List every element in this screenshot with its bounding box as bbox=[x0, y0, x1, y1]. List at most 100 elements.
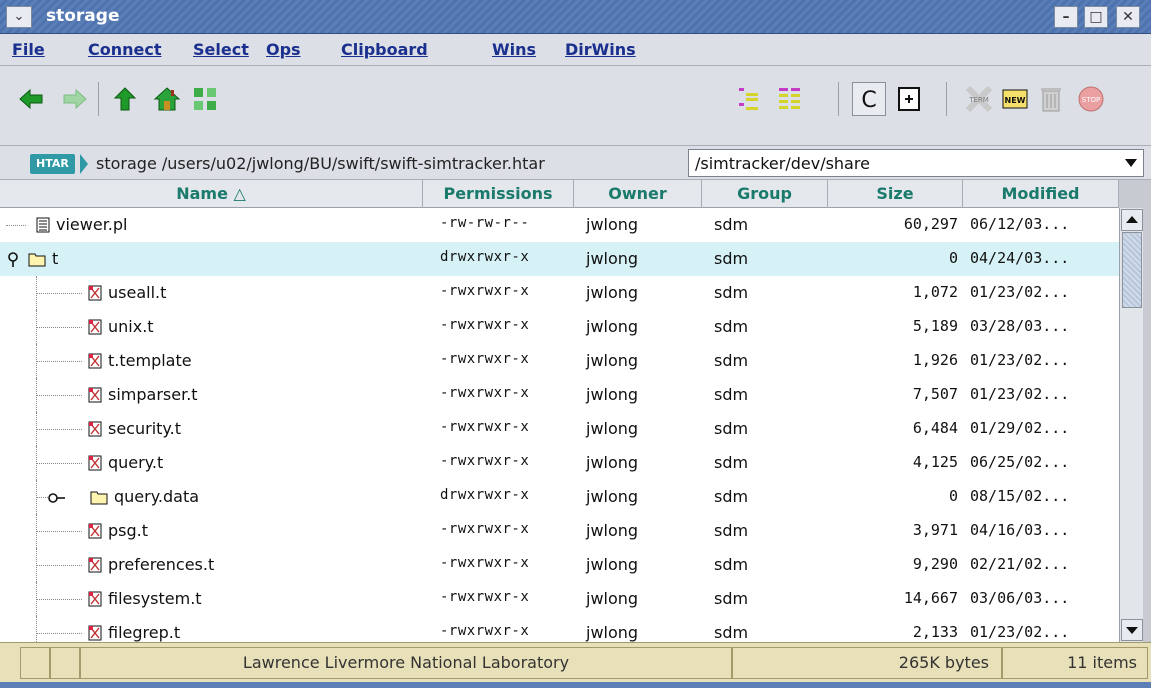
file-permissions: -rwxrwxr-x bbox=[440, 623, 530, 639]
refresh-icon[interactable] bbox=[190, 84, 220, 114]
file-icon bbox=[88, 591, 102, 607]
file-owner: jwlong bbox=[586, 589, 639, 608]
file-owner: jwlong bbox=[586, 317, 639, 336]
expanded-node-icon[interactable] bbox=[6, 252, 22, 272]
file-name: t bbox=[52, 249, 59, 268]
window-bottom-edge bbox=[0, 682, 1151, 688]
tree-connector bbox=[36, 531, 82, 532]
title-bar: ⌄ storage – □ ✕ bbox=[0, 0, 1151, 34]
chevron-down-icon[interactable] bbox=[1125, 159, 1137, 167]
collapsed-node-icon[interactable] bbox=[48, 490, 66, 510]
window-menu-chevron-icon[interactable]: ⌄ bbox=[6, 6, 32, 28]
home-icon[interactable] bbox=[152, 84, 182, 114]
table-row[interactable]: viewer.pl -rw-rw-r-- jwlong sdm 60,297 06/12/… bbox=[0, 208, 1119, 242]
trash-icon[interactable] bbox=[1036, 84, 1066, 114]
toolbar-separator bbox=[98, 82, 99, 116]
table-row[interactable]: filesystem.t -rwxrwxr-x jwlong sdm 14,667 03/… bbox=[0, 582, 1119, 616]
table-row[interactable]: t.template -rwxrwxr-x jwlong sdm 1,926 01/23/… bbox=[0, 344, 1119, 378]
file-icon bbox=[88, 625, 102, 641]
menu-ops[interactable]: Ops bbox=[266, 40, 301, 59]
minimize-button[interactable]: – bbox=[1054, 6, 1078, 28]
list-view-icon[interactable] bbox=[775, 84, 805, 114]
column-permissions[interactable]: Permissions bbox=[423, 180, 574, 208]
file-size: 1,072 bbox=[912, 283, 958, 301]
table-row[interactable]: unix.t -rwxrwxr-x jwlong sdm 5,189 03/28/03..… bbox=[0, 310, 1119, 344]
table-row[interactable]: query.t -rwxrwxr-x jwlong sdm 4,125 06/25/02.… bbox=[0, 446, 1119, 480]
column-owner[interactable]: Owner bbox=[574, 180, 702, 208]
file-icon bbox=[88, 285, 102, 301]
status-items: 11 items bbox=[1002, 647, 1148, 679]
table-row[interactable]: psg.t -rwxrwxr-x jwlong sdm 3,971 04/16/03... bbox=[0, 514, 1119, 548]
vertical-scrollbar[interactable] bbox=[1119, 208, 1143, 642]
scrollbar-thumb[interactable] bbox=[1122, 232, 1142, 308]
column-group[interactable]: Group bbox=[702, 180, 828, 208]
file-permissions: -rwxrwxr-x bbox=[440, 317, 530, 333]
scroll-down-arrow-icon[interactable] bbox=[1121, 619, 1143, 641]
file-modified: 03/28/03... bbox=[970, 317, 1070, 335]
file-owner: jwlong bbox=[586, 249, 639, 268]
table-row[interactable]: simparser.t -rwxrwxr-x jwlong sdm 7,507 01/23… bbox=[0, 378, 1119, 412]
file-permissions: -rwxrwxr-x bbox=[440, 589, 530, 605]
file-name: simparser.t bbox=[108, 385, 198, 404]
close-button[interactable]: ✕ bbox=[1116, 6, 1140, 28]
table-row[interactable]: preferences.t -rwxrwxr-x jwlong sdm 9,290 02/… bbox=[0, 548, 1119, 582]
table-row[interactable]: useall.t -rwxrwxr-x jwlong sdm 1,072 01/23/02… bbox=[0, 276, 1119, 310]
window-title: storage bbox=[46, 6, 120, 26]
stop-icon[interactable]: STOP bbox=[1076, 84, 1106, 114]
menu-select[interactable]: Select bbox=[193, 40, 249, 59]
file-permissions: -rwxrwxr-x bbox=[440, 283, 530, 299]
file-modified: 01/23/02... bbox=[970, 283, 1070, 301]
file-size: 60,297 bbox=[903, 215, 958, 233]
file-permissions: -rwxrwxr-x bbox=[440, 453, 530, 469]
column-name[interactable]: Name △ bbox=[0, 180, 423, 208]
status-organization: Lawrence Livermore National Laboratory bbox=[80, 647, 732, 679]
table-row[interactable]: security.t -rwxrwxr-x jwlong sdm 6,484 01/29/… bbox=[0, 412, 1119, 446]
file-modified: 08/15/02... bbox=[970, 487, 1070, 505]
tree-connector bbox=[36, 463, 82, 464]
menu-clipboard[interactable]: Clipboard bbox=[341, 40, 428, 59]
file-modified: 01/23/02... bbox=[970, 351, 1070, 369]
archive-path: storage /users/u02/jwlong/BU/swift/swift… bbox=[96, 154, 545, 173]
file-size: 0 bbox=[948, 249, 958, 267]
up-arrow-icon[interactable] bbox=[110, 84, 140, 114]
maximize-button[interactable]: □ bbox=[1084, 6, 1108, 28]
copy-c-icon[interactable]: C bbox=[852, 82, 886, 116]
file-name: psg.t bbox=[108, 521, 149, 540]
menu-connect[interactable]: Connect bbox=[88, 40, 162, 59]
table-row[interactable]: query.data drwxrwxr-x jwlong sdm 0 08/15/02..… bbox=[0, 480, 1119, 514]
terminal-icon[interactable]: TERM bbox=[964, 84, 994, 114]
toolbar-separator bbox=[946, 82, 947, 116]
file-name: viewer.pl bbox=[56, 215, 128, 234]
column-modified[interactable]: Modified bbox=[963, 180, 1119, 208]
tree-view-icon[interactable] bbox=[735, 84, 765, 114]
svg-text:NEW: NEW bbox=[1005, 96, 1026, 105]
file-group: sdm bbox=[714, 385, 749, 404]
file-owner: jwlong bbox=[586, 419, 639, 438]
new-icon[interactable]: NEW bbox=[1000, 84, 1030, 114]
file-permissions: -rwxrwxr-x bbox=[440, 385, 530, 401]
new-window-icon[interactable] bbox=[894, 84, 924, 114]
menu-wins[interactable]: Wins bbox=[492, 40, 536, 59]
column-size[interactable]: Size bbox=[828, 180, 963, 208]
file-group: sdm bbox=[714, 283, 749, 302]
directory-select[interactable]: /simtracker/dev/share bbox=[688, 149, 1144, 177]
file-group: sdm bbox=[714, 317, 749, 336]
tree-connector bbox=[6, 225, 26, 226]
forward-arrow-icon[interactable] bbox=[60, 84, 90, 114]
tree-connector bbox=[36, 327, 82, 328]
table-row[interactable]: t drwxrwxr-x jwlong sdm 0 04/24/03... bbox=[0, 242, 1119, 276]
file-size: 6,484 bbox=[912, 419, 958, 437]
toolbar: C TERM NEW STOP bbox=[0, 66, 1151, 146]
file-modified: 06/12/03... bbox=[970, 215, 1070, 233]
menu-dirwins[interactable]: DirWins bbox=[565, 40, 636, 59]
file-name: useall.t bbox=[108, 283, 167, 302]
file-size: 5,189 bbox=[912, 317, 958, 335]
menu-file[interactable]: File bbox=[12, 40, 45, 59]
back-arrow-icon[interactable] bbox=[16, 84, 46, 114]
file-group: sdm bbox=[714, 487, 749, 506]
file-modified: 04/16/03... bbox=[970, 521, 1070, 539]
table-row[interactable]: filegrep.t -rwxrwxr-x jwlong sdm 2,133 01/23/… bbox=[0, 616, 1119, 642]
file-name: security.t bbox=[108, 419, 181, 438]
file-group: sdm bbox=[714, 215, 749, 234]
scroll-up-arrow-icon[interactable] bbox=[1121, 209, 1143, 231]
